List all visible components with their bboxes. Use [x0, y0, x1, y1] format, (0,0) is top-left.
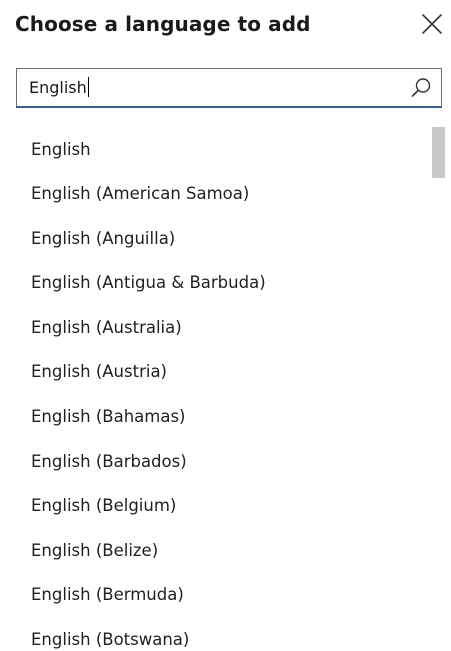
- language-item[interactable]: English (Australia): [0, 306, 451, 351]
- search-icon: [411, 78, 431, 97]
- language-item[interactable]: English (Botswana): [0, 618, 451, 651]
- search-input[interactable]: [29, 77, 389, 99]
- dialog-title: Choose a language to add: [15, 12, 311, 36]
- search-box[interactable]: English: [16, 68, 442, 108]
- language-item[interactable]: English: [0, 128, 451, 172]
- search-button[interactable]: [409, 76, 433, 100]
- language-item[interactable]: English (Belgium): [0, 484, 451, 529]
- language-picker-dialog: Choose a language to add English English…: [0, 0, 451, 651]
- language-item[interactable]: English (Bahamas): [0, 395, 451, 440]
- language-item[interactable]: English (Anguilla): [0, 217, 451, 262]
- close-button[interactable]: [420, 12, 444, 36]
- language-list: English English (American Samoa) English…: [0, 128, 451, 651]
- language-item[interactable]: English (Austria): [0, 350, 451, 395]
- language-item[interactable]: English (Barbados): [0, 440, 451, 485]
- language-item[interactable]: English (Belize): [0, 529, 451, 574]
- close-icon: [422, 14, 442, 34]
- language-item[interactable]: English (Antigua & Barbuda): [0, 261, 451, 306]
- language-item[interactable]: English (Bermuda): [0, 573, 451, 618]
- language-item[interactable]: English (American Samoa): [0, 172, 451, 217]
- scrollbar-thumb[interactable]: [432, 127, 445, 178]
